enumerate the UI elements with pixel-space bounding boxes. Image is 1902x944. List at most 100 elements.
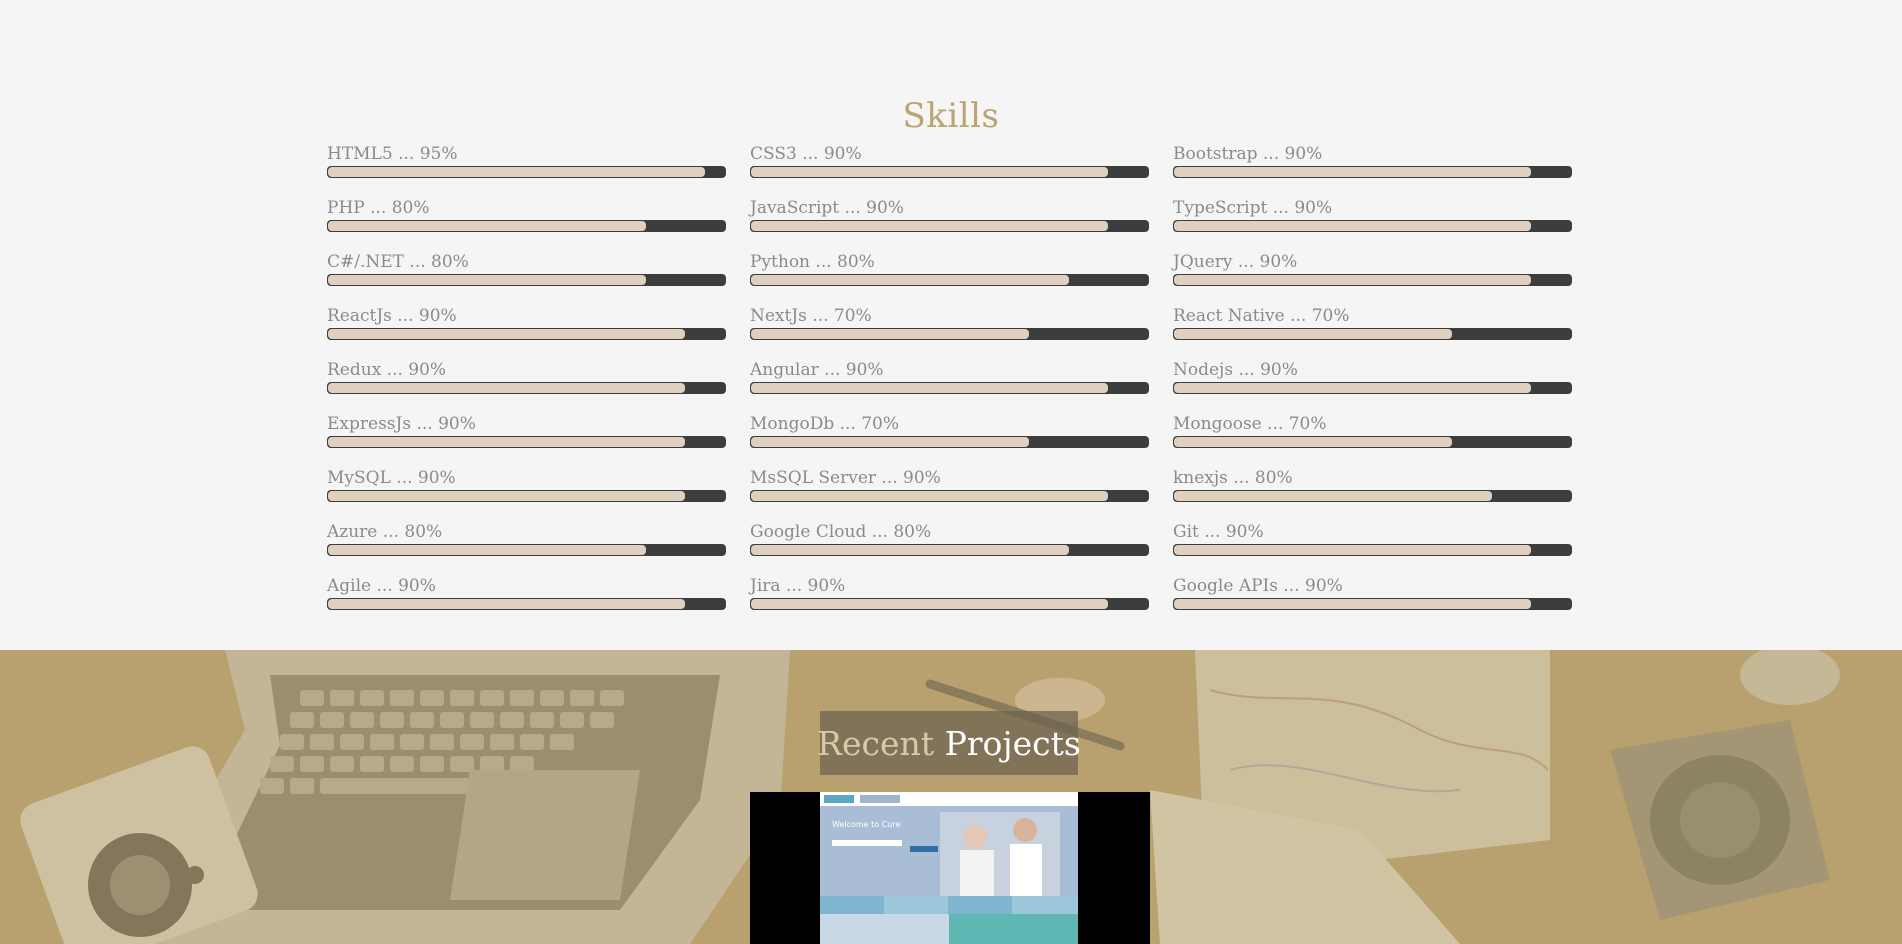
skill-item: C#/.NET ... 80%: [327, 253, 726, 290]
skill-progress-bar: [750, 166, 1149, 178]
skill-label: Agile ... 90%: [327, 576, 436, 596]
skills-grid: HTML5 ... 95% CSS3 ... 90% Bootstrap ... 9…: [327, 145, 1572, 614]
skill-item: Nodejs ... 90%: [1173, 361, 1572, 398]
skill-item: Angular ... 90%: [750, 361, 1149, 398]
skill-label: ExpressJs ... 90%: [327, 414, 476, 434]
skill-progress-fill: [328, 275, 646, 285]
skill-progress-fill: [1174, 437, 1452, 447]
skill-label: Google Cloud ... 80%: [750, 522, 932, 542]
skill-progress-fill: [751, 167, 1108, 177]
project-preview-frame[interactable]: Welcome to Cure: [750, 792, 1150, 944]
skill-label: HTML5 ... 95%: [327, 144, 458, 164]
skill-progress-fill: [1174, 383, 1531, 393]
skill-progress-bar: [1173, 598, 1572, 610]
skill-progress-fill: [1174, 545, 1531, 555]
skill-progress-fill: [751, 329, 1029, 339]
skill-label: Bootstrap ... 90%: [1173, 144, 1323, 164]
skill-progress-fill: [328, 437, 685, 447]
skill-item: NextJs ... 70%: [750, 307, 1149, 344]
skill-label: JQuery ... 90%: [1173, 252, 1298, 272]
skill-progress-bar: [750, 274, 1149, 286]
skill-progress-fill: [328, 383, 685, 393]
skill-label: Python ... 80%: [750, 252, 875, 272]
skill-item: Git ... 90%: [1173, 523, 1572, 560]
skill-progress-fill: [328, 167, 705, 177]
skill-item: Google Cloud ... 80%: [750, 523, 1149, 560]
skill-item: Redux ... 90%: [327, 361, 726, 398]
skill-item: MySQL ... 90%: [327, 469, 726, 506]
skill-item: MsSQL Server ... 90%: [750, 469, 1149, 506]
skill-progress-bar: [750, 382, 1149, 394]
skill-progress-bar: [1173, 328, 1572, 340]
skill-progress-fill: [328, 329, 685, 339]
skill-progress-bar: [750, 328, 1149, 340]
skill-item: PHP ... 80%: [327, 199, 726, 236]
skill-item: HTML5 ... 95%: [327, 145, 726, 182]
skill-progress-fill: [328, 599, 685, 609]
skill-item: ExpressJs ... 90%: [327, 415, 726, 452]
skill-progress-fill: [328, 491, 685, 501]
skill-progress-fill: [751, 221, 1108, 231]
skill-progress-bar: [1173, 490, 1572, 502]
skill-progress-fill: [1174, 275, 1531, 285]
skill-progress-bar: [327, 274, 726, 286]
skill-label: MongoDb ... 70%: [750, 414, 900, 434]
skill-label: CSS3 ... 90%: [750, 144, 862, 164]
skill-label: TypeScript ... 90%: [1173, 198, 1333, 218]
skill-item: TypeScript ... 90%: [1173, 199, 1572, 236]
skill-progress-fill: [1174, 167, 1531, 177]
skill-item: Jira ... 90%: [750, 577, 1149, 614]
skill-progress-fill: [328, 221, 646, 231]
skill-item: Bootstrap ... 90%: [1173, 145, 1572, 182]
skill-progress-bar: [750, 544, 1149, 556]
skill-progress-bar: [1173, 382, 1572, 394]
skill-progress-bar: [327, 328, 726, 340]
projects-title-box: Recent Projects: [817, 711, 1081, 775]
skill-progress-bar: [750, 220, 1149, 232]
skill-item: Google APIs ... 90%: [1173, 577, 1572, 614]
skill-label: JavaScript ... 90%: [750, 198, 904, 218]
skill-progress-fill: [751, 599, 1108, 609]
skill-progress-bar: [1173, 166, 1572, 178]
skill-progress-bar: [750, 490, 1149, 502]
project-thumbnail[interactable]: Welcome to Cure: [820, 792, 1078, 944]
skill-progress-bar: [1173, 274, 1572, 286]
skill-progress-bar: [327, 490, 726, 502]
skill-label: Mongoose ... 70%: [1173, 414, 1327, 434]
skill-progress-bar: [327, 382, 726, 394]
skill-progress-fill: [328, 545, 646, 555]
skill-progress-bar: [750, 436, 1149, 448]
skill-progress-bar: [327, 220, 726, 232]
skill-label: knexjs ... 80%: [1173, 468, 1293, 488]
skill-label: ReactJs ... 90%: [327, 306, 457, 326]
projects-title: Recent Projects: [817, 724, 1081, 763]
skill-progress-bar: [327, 544, 726, 556]
skill-item: MongoDb ... 70%: [750, 415, 1149, 452]
skill-item: ReactJs ... 90%: [327, 307, 726, 344]
skill-label: Jira ... 90%: [750, 576, 846, 596]
skill-progress-bar: [750, 598, 1149, 610]
projects-title-main: Projects: [944, 723, 1081, 763]
skill-progress-bar: [327, 436, 726, 448]
skill-label: Nodejs ... 90%: [1173, 360, 1298, 380]
skill-label: Redux ... 90%: [327, 360, 447, 380]
skill-item: Python ... 80%: [750, 253, 1149, 290]
skill-progress-bar: [327, 598, 726, 610]
skill-item: CSS3 ... 90%: [750, 145, 1149, 182]
skills-title: Skills: [902, 96, 1000, 137]
project-thumb-heading: Welcome to Cure: [832, 820, 900, 829]
skill-item: Mongoose ... 70%: [1173, 415, 1572, 452]
skills-section: Skills HTML5 ... 95% CSS3 ... 90% Bootstra…: [0, 0, 1902, 650]
skill-label: Angular ... 90%: [750, 360, 884, 380]
skill-item: JQuery ... 90%: [1173, 253, 1572, 290]
projects-title-accent: Recent: [817, 723, 935, 763]
skill-item: knexjs ... 80%: [1173, 469, 1572, 506]
skill-progress-fill: [751, 545, 1069, 555]
skill-label: C#/.NET ... 80%: [327, 252, 469, 272]
skill-progress-fill: [1174, 221, 1531, 231]
skill-label: PHP ... 80%: [327, 198, 430, 218]
skill-label: MySQL ... 90%: [327, 468, 456, 488]
skill-progress-bar: [1173, 544, 1572, 556]
skill-progress-fill: [1174, 329, 1452, 339]
skill-progress-fill: [1174, 491, 1492, 501]
